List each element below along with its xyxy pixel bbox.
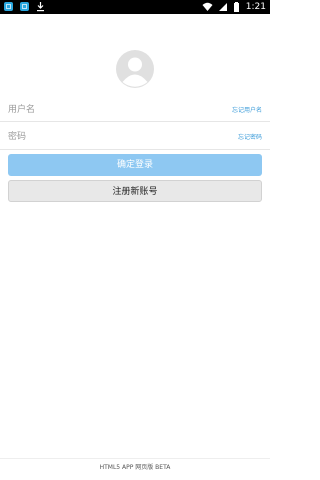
status-bar: 1:21 <box>0 0 270 14</box>
status-time: 1:21 <box>245 2 266 12</box>
password-input[interactable] <box>8 126 198 148</box>
user-avatar-icon <box>116 50 154 88</box>
download-icon <box>36 2 44 12</box>
divider <box>0 121 270 122</box>
password-row: 忘记密码 <box>0 126 270 148</box>
footer-divider <box>0 458 270 459</box>
forgot-password-link[interactable]: 忘记密码 <box>238 132 262 141</box>
app-screen: 1:21 忘记用户名 忘记密码 确定登录 注册新账号 HTML5 APP 网页版… <box>0 0 270 480</box>
divider <box>0 149 270 150</box>
status-bar-right: 1:21 <box>202 0 266 14</box>
footer-text: HTML5 APP 网页版 BETA <box>99 464 171 471</box>
signal-icon <box>219 3 228 11</box>
login-button[interactable]: 确定登录 <box>8 154 262 176</box>
status-bar-left <box>4 2 45 12</box>
notification-icon <box>4 2 13 11</box>
register-button[interactable]: 注册新账号 <box>8 180 262 202</box>
username-input[interactable] <box>8 99 198 121</box>
wifi-icon <box>202 2 213 11</box>
battery-icon <box>233 2 239 12</box>
forgot-username-link[interactable]: 忘记用户名 <box>232 105 262 114</box>
notification-icon <box>19 2 29 11</box>
username-row: 忘记用户名 <box>0 99 270 121</box>
